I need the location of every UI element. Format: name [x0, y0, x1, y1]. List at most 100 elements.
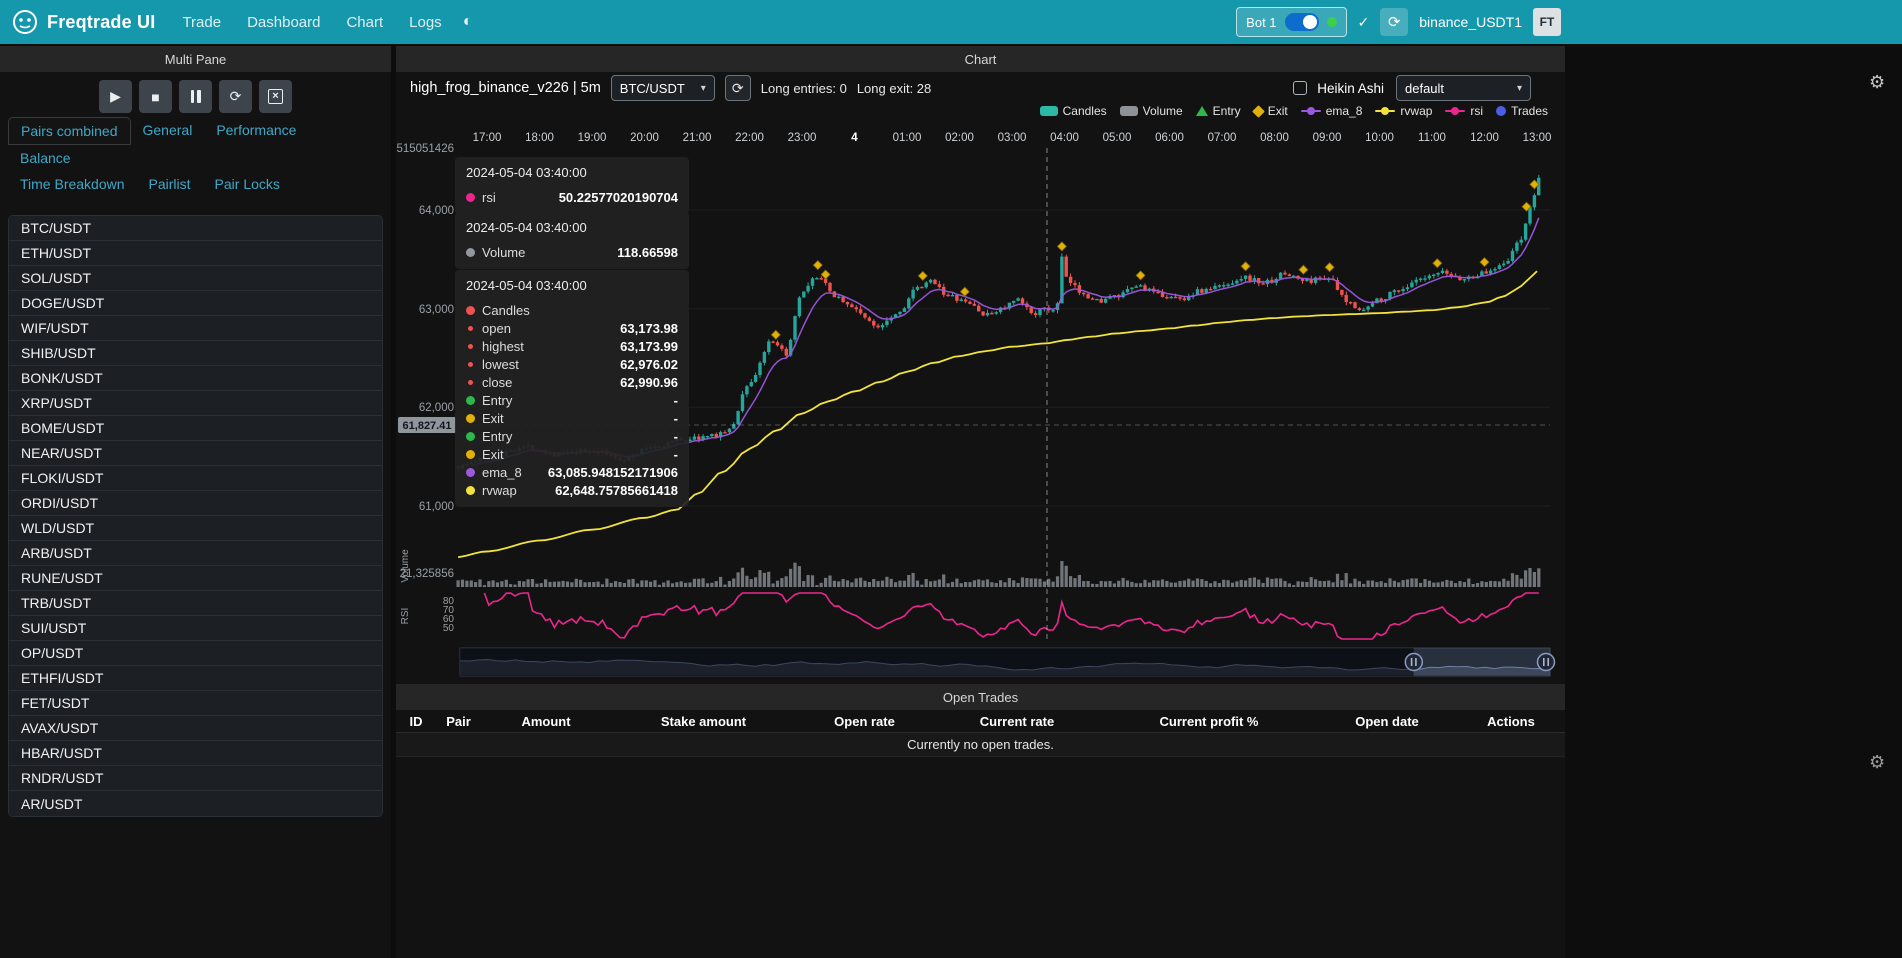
plot-config-select[interactable]: default ▾ — [1396, 75, 1531, 101]
pair-row-near[interactable]: NEAR/USDT — [9, 441, 382, 466]
force-exit-button[interactable]: × — [259, 80, 292, 113]
datazoom-selection — [1414, 648, 1550, 676]
tab-time-breakdown[interactable]: Time Breakdown — [8, 171, 137, 197]
pair-row-doge[interactable]: DOGE/USDT — [9, 291, 382, 316]
pair-row-bonk[interactable]: BONK/USDT — [9, 366, 382, 391]
heikin-ashi-checkbox[interactable] — [1293, 81, 1307, 95]
svg-text:61,827.41: 61,827.41 — [403, 420, 452, 432]
pair-row-rndr[interactable]: RNDR/USDT — [9, 766, 382, 791]
pair-row-ethfi[interactable]: ETHFI/USDT — [9, 666, 382, 691]
bot-toggle[interactable] — [1285, 13, 1319, 31]
rvwap-marker-icon — [1375, 106, 1395, 116]
check-icon[interactable]: ✓ — [1358, 14, 1370, 31]
rsi-pane-label: RSI — [400, 608, 411, 625]
plot-settings-gear-button[interactable]: ⚙ — [1869, 72, 1885, 93]
sidebar-tabs-row2: Time BreakdownPairlistPair Locks — [0, 171, 391, 197]
datazoom-handle[interactable] — [1405, 654, 1422, 671]
chart-legend: Candles Volume Entry Exit ema_8 rvwap rsi Trade… — [396, 102, 1565, 120]
pair-row-bome[interactable]: BOME/USDT — [9, 416, 382, 441]
exit-marker — [1057, 242, 1066, 251]
pair-row-floki[interactable]: FLOKI/USDT — [9, 466, 382, 491]
stop-icon: ■ — [151, 89, 159, 105]
pair-row-eth[interactable]: ETH/USDT — [9, 241, 382, 266]
legend-ema_8[interactable]: ema_8 — [1301, 104, 1363, 118]
multi-pane-header[interactable]: Multi Pane — [0, 46, 391, 72]
stop-button[interactable]: ■ — [139, 80, 172, 113]
pair-select-value: BTC/USDT — [620, 81, 685, 96]
legend-entry[interactable]: Entry — [1196, 104, 1241, 118]
exit-marker — [1433, 259, 1442, 268]
navbar-reload-button[interactable]: ⟳ — [1380, 8, 1408, 36]
pair-row-wif[interactable]: WIF/USDT — [9, 316, 382, 341]
layout-gear-button[interactable]: ⚙ — [1869, 752, 1885, 773]
open-trades-header-row: IDPairAmountStake amountOpen rateCurrent… — [396, 710, 1565, 733]
rsi-marker-icon — [1445, 106, 1465, 116]
price-chart-canvas[interactable]: 61,827.4151505142664,00063,00062,00061,0… — [396, 120, 1565, 682]
pair-row-trb[interactable]: TRB/USDT — [9, 591, 382, 616]
pair-row-avax[interactable]: AVAX/USDT — [9, 716, 382, 741]
legend-volume[interactable]: Volume — [1120, 104, 1183, 118]
tab-pairlist[interactable]: Pairlist — [137, 171, 203, 197]
pair-row-xrp[interactable]: XRP/USDT — [9, 391, 382, 416]
theme-toggle-icon[interactable]: ◐ — [463, 13, 473, 31]
legend-exit[interactable]: Exit — [1254, 104, 1288, 118]
x-axis-tick: 10:00 — [1365, 132, 1394, 144]
brand-title: Freqtrade UI — [47, 12, 155, 33]
open-trades-header[interactable]: Open Trades — [396, 684, 1565, 710]
pair-row-rune[interactable]: RUNE/USDT — [9, 566, 382, 591]
pair-row-arb[interactable]: ARB/USDT — [9, 541, 382, 566]
chart-refresh-button[interactable]: ⟳ — [725, 75, 751, 101]
tab-pair-locks[interactable]: Pair Locks — [203, 171, 292, 197]
user-avatar[interactable]: FT — [1533, 8, 1561, 36]
pair-row-sol[interactable]: SOL/USDT — [9, 266, 382, 291]
bot-selector[interactable]: Bot 1 — [1236, 7, 1346, 37]
col-stake-amount: Stake amount — [611, 714, 796, 729]
pair-row-ar[interactable]: AR/USDT — [9, 791, 382, 816]
pair-row-ordi[interactable]: ORDI/USDT — [9, 491, 382, 516]
nav-link-chart[interactable]: Chart — [333, 14, 396, 31]
pair-row-hbar[interactable]: HBAR/USDT — [9, 741, 382, 766]
navbar-right: Bot 1 ✓ ⟳ binance_USDT1 FT — [1236, 0, 1561, 44]
x-axis-tick: 20:00 — [630, 132, 659, 144]
reload-config-button[interactable]: ⟳ — [219, 80, 252, 113]
pair-row-btc[interactable]: BTC/USDT — [9, 216, 382, 241]
pair-row-op[interactable]: OP/USDT — [9, 641, 382, 666]
long-entries-label: Long entries: 0 — [761, 81, 847, 96]
exit-marker-icon — [1252, 105, 1265, 118]
col-pair: Pair — [436, 714, 481, 729]
tab-general[interactable]: General — [131, 117, 205, 145]
x-axis-tick: 08:00 — [1260, 132, 1289, 144]
volume-pane-label: Volume — [400, 549, 411, 583]
nav-link-trade[interactable]: Trade — [169, 14, 234, 31]
pair-row-wld[interactable]: WLD/USDT — [9, 516, 382, 541]
legend-rvwap[interactable]: rvwap — [1375, 104, 1432, 118]
pair-select[interactable]: BTC/USDT ▾ — [611, 75, 715, 101]
nav-link-dashboard[interactable]: Dashboard — [234, 14, 333, 31]
pair-row-shib[interactable]: SHIB/USDT — [9, 341, 382, 366]
pause-button[interactable] — [179, 80, 212, 113]
tab-performance[interactable]: Performance — [204, 117, 308, 145]
exit-marker — [1480, 258, 1489, 267]
legend-candles[interactable]: Candles — [1040, 104, 1107, 118]
tab-balance[interactable]: Balance — [8, 145, 83, 171]
tab-pairs-combined[interactable]: Pairs combined — [8, 117, 131, 145]
freqtrade-app: Freqtrade UI TradeDashboardChartLogs ◐ B… — [0, 0, 1902, 958]
exit-marker — [813, 261, 822, 270]
col-current-profit-: Current profit % — [1101, 714, 1317, 729]
open-trades-panel: Open Trades IDPairAmountStake amountOpen… — [396, 684, 1565, 757]
nav-link-logs[interactable]: Logs — [396, 14, 455, 31]
col-amount: Amount — [481, 714, 611, 729]
plot-config-value: default — [1405, 81, 1444, 96]
x-axis-tick: 18:00 — [525, 132, 554, 144]
play-button[interactable]: ▶ — [99, 80, 132, 113]
bot-label: Bot 1 — [1246, 15, 1276, 30]
chart-panel-header[interactable]: Chart — [396, 46, 1565, 72]
datazoom-handle[interactable] — [1538, 654, 1555, 671]
chart-area[interactable]: 61,827.4151505142664,00063,00062,00061,0… — [396, 120, 1565, 682]
app-brand[interactable]: Freqtrade UI — [12, 9, 155, 35]
legend-trades[interactable]: Trades — [1496, 104, 1548, 118]
pair-row-fet[interactable]: FET/USDT — [9, 691, 382, 716]
pair-row-sui[interactable]: SUI/USDT — [9, 616, 382, 641]
legend-rsi[interactable]: rsi — [1445, 104, 1483, 118]
x-axis-tick: 4 — [851, 132, 858, 144]
